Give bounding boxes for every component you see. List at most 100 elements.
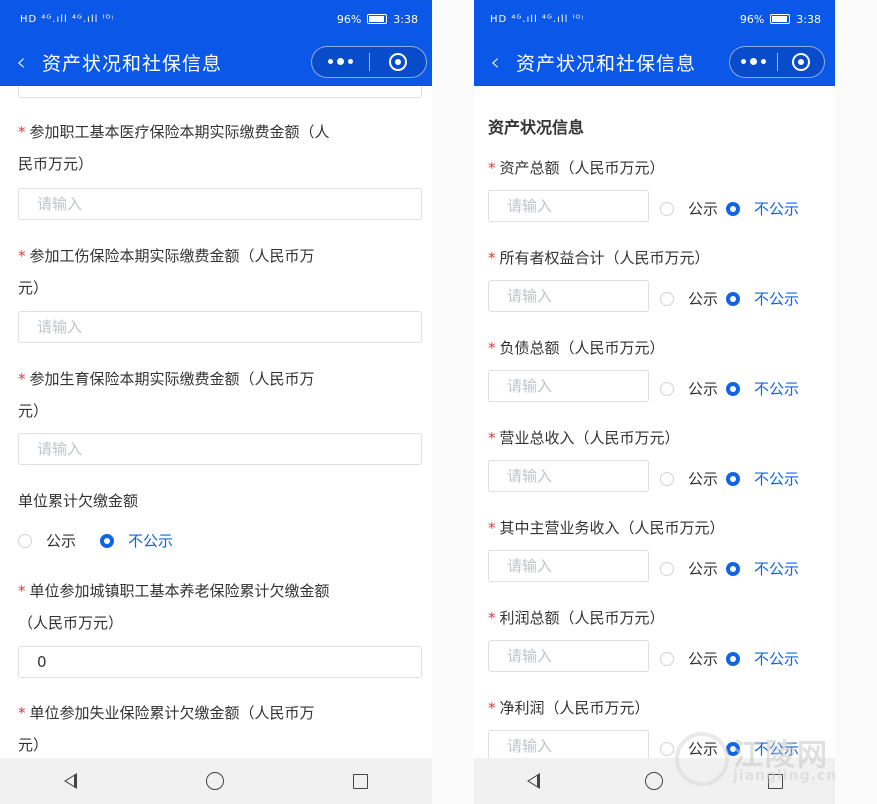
nav-bar: ‹ 资产状况和社保信息	[0, 38, 432, 86]
radio-private[interactable]: 不公示	[726, 288, 799, 309]
pension-arrears-input[interactable]: 0	[18, 646, 422, 678]
radio-private[interactable]: 不公示	[726, 468, 799, 489]
amount-input[interactable]: 请输入	[488, 730, 649, 758]
radio-circle	[660, 561, 674, 576]
amount-input[interactable]: 请输入	[488, 640, 649, 672]
maternity-insurance-input[interactable]: 请输入	[18, 433, 422, 465]
battery-percent: 96%	[739, 12, 765, 26]
radio-circle	[660, 651, 674, 666]
radio-label: 公示	[688, 650, 719, 668]
radio-public[interactable]: 公示	[660, 378, 718, 399]
form-content: * 参加职工基本医疗保险本期实际缴费金额（人 民币万元） 请输入 * 参加工伤保险本…	[0, 86, 432, 758]
amount-input[interactable]: 请输入	[488, 280, 649, 312]
field-label: * 资产总额（人民币万元）	[488, 159, 665, 177]
medical-insurance-input[interactable]: 请输入	[18, 188, 422, 220]
home-circle-icon[interactable]	[644, 772, 663, 790]
field-label: * 单位参加失业保险累计欠缴金额（人民币万	[18, 704, 315, 722]
back-triangle-icon[interactable]	[526, 773, 540, 789]
radio-circle	[18, 533, 32, 548]
radio-label: 不公示	[754, 200, 800, 218]
field-label: * 参加生育保险本期实际缴费金额（人民币万	[18, 370, 315, 388]
field-label: * 利润总额（人民币万元）	[488, 609, 665, 627]
radio-public[interactable]: 公示	[660, 648, 718, 669]
amount-input[interactable]: 请输入	[488, 190, 649, 222]
field-label: * 参加工伤保险本期实际缴费金额（人民币万	[18, 247, 315, 265]
radio-label: 不公示	[754, 650, 800, 668]
radio-circle-checked	[726, 381, 740, 396]
radio-private[interactable]: 不公示	[726, 198, 799, 219]
radio-circle-checked	[726, 291, 740, 306]
clock: 3:38	[393, 12, 418, 26]
radio-private[interactable]: 不公示	[726, 378, 799, 399]
radio-private[interactable]: 不公示	[726, 648, 799, 669]
battery-icon	[770, 14, 791, 24]
chevron-left-icon[interactable]: ‹	[0, 38, 42, 86]
field-label: * 参加职工基本医疗保险本期实际缴费金额（人	[18, 123, 330, 141]
field-label-cont: 民币万元）	[18, 155, 94, 173]
field-label-cont: 元）	[18, 736, 49, 754]
field-label-cont: 元）	[18, 279, 49, 297]
form-content: 资产状况信息 * 资产总额（人民币万元） 请输入 公示 不公示 * 所有者权益合计（人民币万…	[474, 86, 835, 758]
field-label-cont: 元）	[18, 402, 49, 420]
chevron-left-icon[interactable]: ‹	[474, 38, 516, 86]
radio-circle-checked	[726, 651, 740, 666]
back-triangle-icon[interactable]	[64, 773, 78, 789]
status-bar: HD ⁴ᴳ.ıll ⁴ᴳ.ıll ᴵᴼᵎ 96% 3:38	[474, 0, 835, 38]
watermark-url: jiangling.cn	[733, 768, 838, 784]
radio-public[interactable]: 公示	[660, 468, 718, 489]
target-close-icon[interactable]	[778, 53, 825, 71]
status-bar: HD ⁴ᴳ.ıll ⁴ᴳ.ıll ᴵᴼᵎ 96% 3:38	[0, 0, 432, 38]
radio-label: 不公示	[128, 532, 174, 550]
field-label: * 营业总收入（人民币万元）	[488, 429, 680, 447]
page-title: 资产状况和社保信息	[516, 52, 697, 75]
injury-insurance-input[interactable]: 请输入	[18, 311, 422, 343]
system-nav-bar	[0, 758, 432, 804]
mini-program-capsule	[311, 46, 427, 78]
radio-circle	[660, 291, 674, 306]
screenshot-gap	[835, 0, 877, 804]
radio-public[interactable]: 公示	[660, 198, 718, 219]
radio-public[interactable]: 公示	[660, 288, 718, 309]
radio-label: 不公示	[754, 470, 800, 488]
battery-icon	[367, 14, 388, 24]
field-label: * 单位参加城镇职工基本养老保险累计欠缴金额	[18, 582, 330, 600]
radio-private[interactable]: 不公示	[100, 530, 173, 551]
home-circle-icon[interactable]	[205, 772, 224, 790]
radio-public[interactable]: 公示	[18, 530, 76, 551]
more-dots-icon[interactable]	[312, 58, 369, 65]
screenshot-gap	[432, 0, 474, 804]
amount-input[interactable]: 请输入	[488, 460, 649, 492]
signal-indicators: HD ⁴ᴳ.ıll ⁴ᴳ.ıll ᴵᴼᵎ	[490, 13, 585, 25]
radio-circle-checked	[726, 471, 740, 486]
radio-circle-checked	[100, 533, 114, 548]
radio-public[interactable]: 公示	[660, 558, 718, 579]
recents-square-icon[interactable]	[352, 773, 368, 789]
watermark-emblem	[675, 732, 729, 786]
radio-label: 公示	[688, 470, 719, 488]
clock: 3:38	[796, 12, 821, 26]
watermark-logo: 江陵网 jiangling.cn	[669, 724, 869, 794]
partial-input[interactable]	[18, 86, 422, 98]
field-label: * 其中主营业务收入（人民币万元）	[488, 519, 725, 537]
radio-circle	[660, 381, 674, 396]
radio-circle-checked	[726, 201, 740, 216]
radio-label: 不公示	[754, 380, 800, 398]
radio-label: 公示	[688, 380, 719, 398]
signal-indicators: HD ⁴ᴳ.ıll ⁴ᴳ.ıll ᴵᴼᵎ	[20, 13, 115, 25]
field-label-cont: （人民币万元）	[18, 614, 124, 632]
mini-program-capsule	[729, 46, 825, 78]
phone-right: HD ⁴ᴳ.ıll ⁴ᴳ.ıll ᴵᴼᵎ 96% 3:38 ‹ 资产状况和社保信…	[474, 0, 835, 804]
more-dots-icon[interactable]	[730, 58, 777, 65]
radio-label: 不公示	[754, 560, 800, 578]
page-title: 资产状况和社保信息	[42, 52, 223, 75]
target-close-icon[interactable]	[370, 53, 427, 71]
radio-circle	[660, 201, 674, 216]
field-label: * 负债总额（人民币万元）	[488, 339, 665, 357]
radio-private[interactable]: 不公示	[726, 558, 799, 579]
radio-circle	[660, 471, 674, 486]
amount-input[interactable]: 请输入	[488, 550, 649, 582]
section-title: 资产状况信息	[488, 118, 585, 137]
amount-input[interactable]: 请输入	[488, 370, 649, 402]
field-label: * 净利润（人民币万元）	[488, 699, 650, 717]
arrears-title: 单位累计欠缴金额	[18, 492, 139, 510]
